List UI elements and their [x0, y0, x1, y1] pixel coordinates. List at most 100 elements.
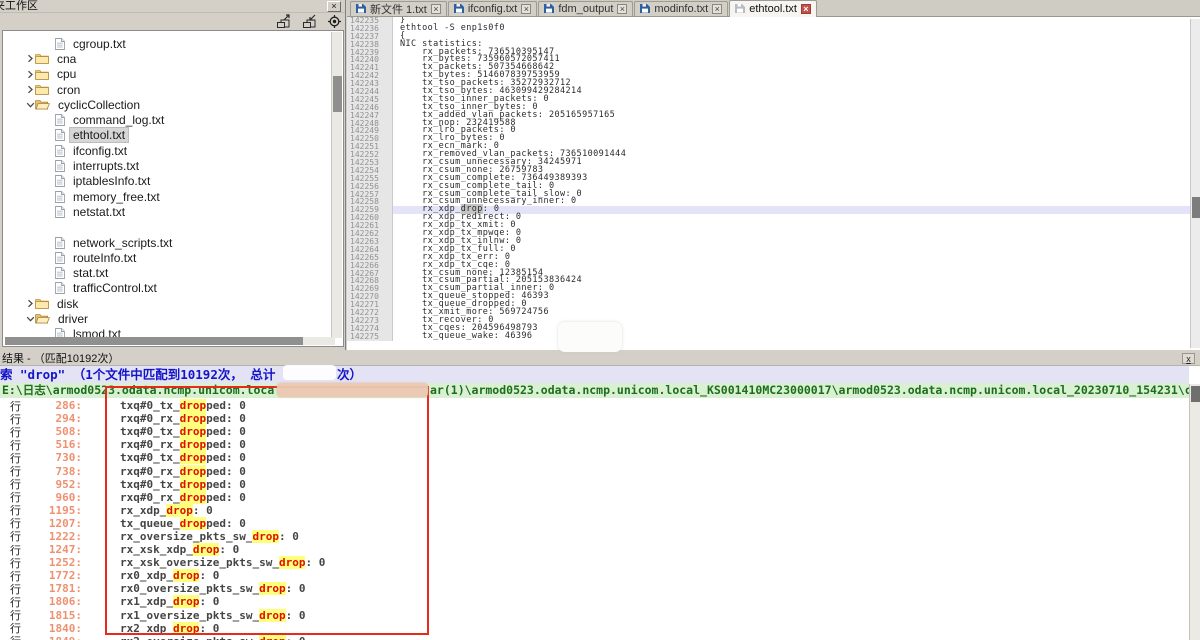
- scrollbar-thumb[interactable]: [1191, 386, 1200, 402]
- result-row-line-508[interactable]: 行508:txq#0_tx_dropped: 0: [0, 425, 1189, 438]
- tree-item-label: driver: [55, 312, 91, 326]
- result-row-line-294[interactable]: 行294:rxq#0_rx_dropped: 0: [0, 412, 1189, 425]
- tree-item-netstat-txt[interactable]: netstat.txt: [9, 204, 329, 219]
- workspace-panel: 夹工作区 × cgroup.txtcnacpucroncyclicCollect…: [0, 0, 346, 350]
- result-row-line-1247[interactable]: 行1247:rx_xsk_xdp_drop: 0: [0, 543, 1189, 556]
- tree-item-trafficcontrol-txt[interactable]: trafficControl.txt: [9, 281, 329, 296]
- scrollbar-thumb[interactable]: [333, 76, 342, 112]
- chevron-down-icon[interactable]: [25, 315, 35, 323]
- tree-item-cron[interactable]: cron: [9, 82, 329, 97]
- results-titlebar: 结果 - （匹配10192次） x: [0, 352, 1200, 366]
- code-text: ethtool -S enp1s0f0: [393, 25, 1190, 33]
- close-icon[interactable]: ×: [617, 4, 627, 14]
- close-icon[interactable]: ×: [521, 4, 531, 14]
- result-row-line-1207[interactable]: 行1207:tx_queue_dropped: 0: [0, 517, 1189, 530]
- results-vertical-scrollbar[interactable]: [1189, 384, 1200, 640]
- result-text: rxq#0_rx_dropped: 0: [120, 412, 246, 425]
- tree-item-interrupts-txt[interactable]: interrupts.txt: [9, 158, 329, 173]
- match-highlight: drop: [193, 543, 220, 556]
- tab-label: ifconfig.txt: [468, 3, 518, 15]
- result-row-line-1772[interactable]: 行1772:rx0_xdp_drop: 0: [0, 569, 1189, 582]
- chevron-right-icon[interactable]: [25, 70, 35, 79]
- tree-item-cpu[interactable]: cpu: [9, 67, 329, 82]
- close-icon[interactable]: ×: [327, 1, 341, 12]
- result-row-line-1849[interactable]: 行1849:rx2_oversize_pkts_sw_drop: 0: [0, 635, 1189, 640]
- result-text: txq#0_tx_dropped: 0: [120, 425, 246, 438]
- editor-body[interactable]: 142235}142236ethtool -S enp1s0f0142237{1…: [347, 17, 1190, 348]
- result-row-line-1840[interactable]: 行1840:rx2_xdp_drop: 0: [0, 622, 1189, 635]
- file-icon: [55, 191, 65, 203]
- tree-item-cgroup-txt[interactable]: cgroup.txt: [9, 36, 329, 51]
- match-highlight: drop: [180, 451, 207, 464]
- editor-line[interactable]: 142275 tx_queue_wake: 46396: [347, 333, 1190, 341]
- tab-ethtool-txt[interactable]: ethtool.txt ×: [729, 0, 817, 17]
- chevron-down-icon[interactable]: [25, 101, 35, 109]
- code-text: rx_lro_packets: 0: [393, 127, 1190, 135]
- file-icon: [55, 160, 65, 172]
- result-row-line-952[interactable]: 行952:txq#0_tx_dropped: 0: [0, 478, 1189, 491]
- search-summary-line: 索 "drop" （1个文件中匹配到10192次， 总计 次）: [0, 366, 1189, 383]
- editor-vertical-scrollbar[interactable]: [1190, 19, 1200, 348]
- tree-item-network-scripts-txt[interactable]: network_scripts.txt: [9, 235, 329, 250]
- match-highlight: drop: [180, 399, 207, 412]
- close-icon[interactable]: ×: [801, 4, 811, 14]
- workspace-title: 夹工作区: [0, 0, 38, 13]
- result-row-line-1781[interactable]: 行1781:rx0_oversize_pkts_sw_drop: 0: [0, 582, 1189, 595]
- scrollbar-thumb[interactable]: [1192, 197, 1200, 218]
- result-row-line-1222[interactable]: 行1222:rx_oversize_pkts_sw_drop: 0: [0, 530, 1189, 543]
- tree-item-label: disk: [54, 297, 81, 311]
- tab--1-txt[interactable]: 新文件 1.txt ×: [350, 1, 447, 16]
- result-row-line-516[interactable]: 行516:rxq#0_rx_dropped: 0: [0, 438, 1189, 451]
- result-row-line-1195[interactable]: 行1195:rx_xdp_drop: 0: [0, 504, 1189, 517]
- tree-item-cna[interactable]: cna: [9, 51, 329, 66]
- tree-item-label: routeInfo.txt: [70, 251, 139, 265]
- result-line-number: 738:: [26, 465, 82, 478]
- tree-item-iptablesinfo-txt[interactable]: iptablesInfo.txt: [9, 174, 329, 189]
- chevron-right-icon[interactable]: [25, 299, 35, 308]
- tree-item-routeinfo-txt[interactable]: routeInfo.txt: [9, 250, 329, 265]
- result-line-number: 730:: [26, 451, 82, 464]
- result-row-line-1252[interactable]: 行1252:rx_xsk_oversize_pkts_sw_drop: 0: [0, 556, 1189, 569]
- tab-modinfo-txt[interactable]: modinfo.txt×: [634, 1, 728, 16]
- chevron-right-icon[interactable]: [25, 85, 35, 94]
- tree-item-ifconfig-txt[interactable]: ifconfig.txt: [9, 143, 329, 158]
- result-line-number: 1781:: [26, 582, 82, 595]
- result-row-line-286[interactable]: 行286:txq#0_tx_dropped: 0: [0, 399, 1189, 412]
- tab-label: 新文件 1.txt: [370, 1, 427, 17]
- tree-item-ethtool-txt[interactable]: ethtool.txt: [9, 128, 329, 143]
- result-row-line-960[interactable]: 行960:rxq#0_rx_dropped: 0: [0, 491, 1189, 504]
- result-row-line-1815[interactable]: 行1815:rx1_oversize_pkts_sw_drop: 0: [0, 609, 1189, 622]
- tree-vertical-scrollbar[interactable]: [331, 32, 342, 338]
- result-line-number: 1815:: [26, 609, 82, 622]
- workspace-titlebar: 夹工作区 ×: [0, 0, 345, 13]
- result-row-line-730[interactable]: 行730:txq#0_tx_dropped: 0: [0, 451, 1189, 464]
- floppy-icon: [356, 3, 366, 16]
- tab-fdm-output[interactable]: fdm_output×: [538, 1, 633, 16]
- tree-item-memory-free-txt[interactable]: memory_free.txt: [9, 189, 329, 204]
- result-file-path-line[interactable]: E:\日志\armod0523.odata.ncmp.unicom.loca a…: [0, 383, 1189, 398]
- tree-item-command-log-txt[interactable]: command_log.txt: [9, 112, 329, 127]
- search-summary-suffix: 次）: [337, 366, 362, 383]
- match-highlight: drop: [279, 556, 306, 569]
- chevron-right-icon[interactable]: [25, 54, 35, 63]
- close-icon[interactable]: x: [1182, 353, 1195, 364]
- close-icon[interactable]: ×: [712, 4, 722, 14]
- tree-item-stat-txt[interactable]: stat.txt: [9, 265, 329, 280]
- tree-item-cycliccollection[interactable]: cyclicCollection: [9, 97, 329, 112]
- tree-horizontal-scrollbar[interactable]: [5, 337, 335, 345]
- result-row-line-738[interactable]: 行738:rxq#0_rx_dropped: 0: [0, 464, 1189, 477]
- result-row-line-1806[interactable]: 行1806:rx1_xdp_drop: 0: [0, 595, 1189, 608]
- match-highlight: drop: [166, 504, 193, 517]
- file-icon: [55, 206, 65, 218]
- tab-label: ethtool.txt: [749, 3, 797, 15]
- match-highlight: drop: [180, 478, 207, 491]
- result-text: rx_xdp_drop: 0: [120, 504, 213, 517]
- editor-line[interactable]: 142236ethtool -S enp1s0f0: [347, 25, 1190, 33]
- close-icon[interactable]: ×: [431, 4, 441, 14]
- tree-item-driver[interactable]: driver: [9, 311, 329, 326]
- scrollbar-thumb[interactable]: [5, 337, 303, 345]
- tab-ifconfig-txt[interactable]: ifconfig.txt×: [448, 1, 538, 16]
- code-text: rx_xdp_tx_full: 0: [393, 246, 1190, 254]
- tree-item-disk[interactable]: disk: [9, 296, 329, 311]
- tab-bar: 新文件 1.txt×ifconfig.txt×fdm_output×modinf…: [347, 0, 1200, 17]
